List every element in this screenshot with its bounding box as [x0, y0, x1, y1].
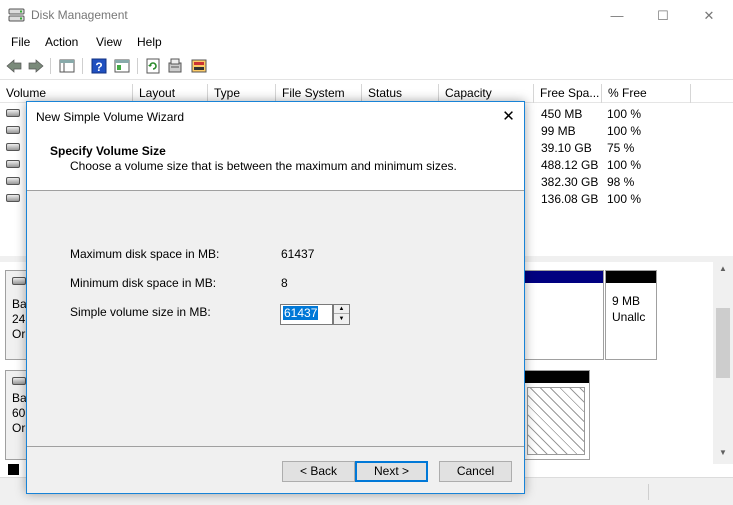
status-bar-divider [648, 484, 649, 500]
max-space-value: 61437 [281, 247, 315, 261]
free-space-cell: 488.12 GB [541, 158, 599, 172]
toolbar-separator [50, 58, 51, 74]
disk-0-status: Or [12, 327, 26, 341]
volume-icon [6, 143, 20, 151]
menu-bar: File Action View Help [0, 31, 733, 53]
window-title: Disk Management [31, 8, 128, 22]
rescan-disks-icon[interactable] [166, 57, 184, 75]
free-space-cell: 39.10 GB [541, 141, 592, 155]
primary-partition-bar [523, 271, 603, 283]
maximize-button[interactable]: ☐ [640, 0, 686, 31]
free-space-cell: 136.08 GB [541, 192, 599, 206]
unallocated-bar [523, 371, 589, 383]
toolbar-separator [82, 58, 83, 74]
percent-free-cell: 100 % [607, 124, 642, 138]
dialog-heading: Specify Volume Size [50, 144, 166, 158]
dialog-header: Specify Volume Size Choose a volume size… [27, 131, 524, 191]
dialog-title-bar: New Simple Volume Wizard ✕ [27, 102, 524, 131]
unallocated-size: 9 MB [612, 294, 641, 308]
percent-free-cell: 100 % [607, 107, 642, 121]
next-button[interactable]: Next > [355, 461, 428, 482]
toolbar-separator [137, 58, 138, 74]
toolbar: ? [0, 53, 733, 80]
dialog-separator [27, 446, 524, 447]
forward-arrow-icon[interactable] [27, 57, 45, 75]
disk-0-size: 24( [12, 312, 26, 326]
dialog-subheading: Choose a volume size that is between the… [70, 159, 457, 173]
scroll-thumb[interactable] [716, 308, 730, 378]
vertical-scrollbar[interactable]: ▲ ▼ [713, 262, 733, 464]
volume-size-input[interactable]: 61437 [280, 304, 333, 325]
disk-1-status: Or [12, 421, 26, 435]
cancel-button[interactable]: Cancel [439, 461, 512, 482]
help-icon[interactable]: ? [90, 57, 108, 75]
percent-free-cell: 100 % [607, 158, 642, 172]
disk-1-label: Ba [12, 391, 27, 405]
unallocated-text: 9 MB Unallc [612, 293, 645, 325]
disk-management-icon [8, 8, 25, 22]
svg-text:?: ? [95, 60, 102, 74]
menu-action[interactable]: Action [45, 35, 78, 49]
legend-unallocated-swatch [8, 464, 19, 475]
menu-view[interactable]: View [96, 35, 122, 49]
percent-free-cell: 75 % [607, 141, 635, 155]
volume-size-label: Simple volume size in MB: [70, 305, 211, 319]
volume-icon [6, 177, 20, 185]
volume-size-value: 61437 [283, 306, 319, 320]
max-space-label: Maximum disk space in MB: [70, 247, 220, 261]
scroll-down-arrow-icon[interactable]: ▼ [713, 446, 733, 460]
disk-0-info[interactable]: Ba 24( Or [5, 270, 27, 360]
spin-down-arrow-icon[interactable]: ▼ [334, 315, 349, 324]
new-simple-volume-wizard: New Simple Volume Wizard ✕ Specify Volum… [26, 101, 525, 494]
free-space-cell: 99 MB [541, 124, 576, 138]
column-free-space[interactable]: Free Spa... [534, 84, 602, 103]
back-button[interactable]: < Back [282, 461, 355, 482]
free-space-cell: 450 MB [541, 107, 583, 121]
min-space-label: Minimum disk space in MB: [70, 276, 217, 290]
min-space-value: 8 [281, 276, 288, 290]
percent-free-cell: 98 % [607, 175, 635, 189]
percent-free-cell: 100 % [607, 192, 642, 206]
selection-hatch [527, 387, 585, 455]
volume-icon [6, 126, 20, 134]
primary-partition[interactable] [522, 270, 604, 360]
disk-1-size: 60. [12, 406, 26, 420]
disk-icon [12, 377, 26, 385]
refresh-icon[interactable] [144, 57, 162, 75]
menu-file[interactable]: File [11, 35, 30, 49]
scroll-up-arrow-icon[interactable]: ▲ [713, 262, 733, 276]
free-space-cell: 382.30 GB [541, 175, 599, 189]
settings-icon[interactable] [190, 57, 208, 75]
disk-0-label: Ba [12, 297, 27, 311]
dialog-close-button[interactable]: ✕ [493, 102, 524, 131]
close-button[interactable]: ✕ [686, 0, 732, 31]
unallocated-partition[interactable]: 9 MB Unallc [605, 270, 657, 360]
volume-icon [6, 160, 20, 168]
properties-pane-icon[interactable] [113, 57, 131, 75]
back-arrow-icon[interactable] [5, 57, 23, 75]
column-percent-free[interactable]: % Free [602, 84, 691, 103]
disk-1-info[interactable]: Ba 60. Or [5, 370, 27, 460]
minimize-button[interactable]: — [594, 0, 640, 31]
selected-unallocated-partition[interactable] [522, 370, 590, 460]
unallocated-bar [606, 271, 656, 283]
console-tree-icon[interactable] [58, 57, 76, 75]
volume-size-stepper[interactable]: ▲ ▼ [333, 304, 350, 325]
disk-icon [12, 277, 26, 285]
volume-icon [6, 109, 20, 117]
volume-icon [6, 194, 20, 202]
menu-help[interactable]: Help [137, 35, 162, 49]
unallocated-label: Unallc [612, 310, 646, 324]
title-bar: Disk Management — ☐ ✕ [0, 0, 733, 31]
dialog-title: New Simple Volume Wizard [36, 110, 185, 124]
spin-up-arrow-icon[interactable]: ▲ [334, 305, 349, 314]
